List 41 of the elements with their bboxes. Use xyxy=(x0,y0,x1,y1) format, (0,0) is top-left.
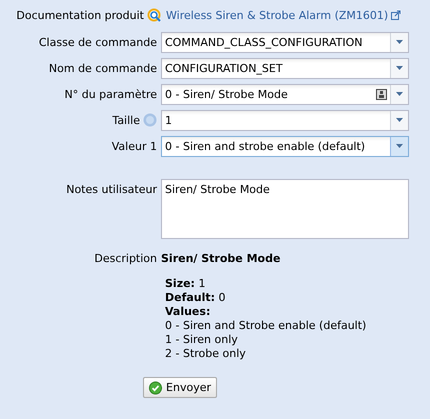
dropdown-button[interactable] xyxy=(390,32,408,52)
field-label: Notes utilisateur xyxy=(66,183,157,196)
combo-value: 1 xyxy=(164,114,173,126)
search-icon xyxy=(147,8,162,22)
combo-value: 0 - Siren and strobe enable (default) xyxy=(164,140,366,152)
field-label: N° du paramètre xyxy=(64,88,157,100)
field-label: Taille xyxy=(112,114,140,126)
combo-value: COMMAND_CLASS_CONFIGURATION xyxy=(164,36,364,48)
combo-box[interactable]: CONFIGURATION_SET xyxy=(161,58,409,78)
field-label: Classe de commande xyxy=(38,36,157,48)
field-label: Valeur 1 xyxy=(112,140,157,152)
combo-box[interactable]: COMMAND_CLASS_CONFIGURATION xyxy=(161,32,409,52)
product-link[interactable]: Wireless Siren & Strobe Alarm (ZM1601) xyxy=(166,8,388,22)
description-line: 0 - Siren and Strobe enable (default) xyxy=(165,319,368,333)
field-label: Nom de commande xyxy=(48,62,157,74)
caret-icon xyxy=(396,144,403,148)
description-heading: Values: xyxy=(165,305,212,319)
dropdown-button[interactable] xyxy=(390,58,408,78)
send-button[interactable]: Envoyer xyxy=(143,377,217,398)
caret-icon xyxy=(396,66,403,70)
description-line: Size: 1 xyxy=(165,277,206,291)
dropdown-button[interactable] xyxy=(390,136,408,156)
combo-value: CONFIGURATION_SET xyxy=(164,62,284,74)
description-line: 1 - Siren only xyxy=(165,333,239,347)
caret-icon xyxy=(396,40,403,44)
combo-box[interactable]: 1 xyxy=(161,110,409,130)
field-label: Documentation produit xyxy=(16,8,144,22)
description-title: Siren/ Strobe Mode xyxy=(161,252,280,264)
caret-icon xyxy=(396,118,403,122)
notes-field[interactable]: Siren/ Strobe Mode xyxy=(161,179,409,239)
caret-icon xyxy=(396,92,403,96)
combo-value: 0 - Siren/ Strobe Mode xyxy=(164,88,289,100)
dropdown-button[interactable] xyxy=(390,110,408,130)
combo-box[interactable]: 0 - Siren/ Strobe Mode xyxy=(161,84,409,104)
description-line: Default: 0 xyxy=(165,291,227,305)
dropdown-button[interactable] xyxy=(390,84,408,104)
checkmark-icon xyxy=(149,380,162,394)
description-line: 2 - Strobe only xyxy=(165,347,247,361)
combo-box[interactable]: 0 - Siren and strobe enable (default) xyxy=(161,136,409,156)
field-label: Description xyxy=(94,252,157,264)
external-link-icon xyxy=(391,10,402,20)
